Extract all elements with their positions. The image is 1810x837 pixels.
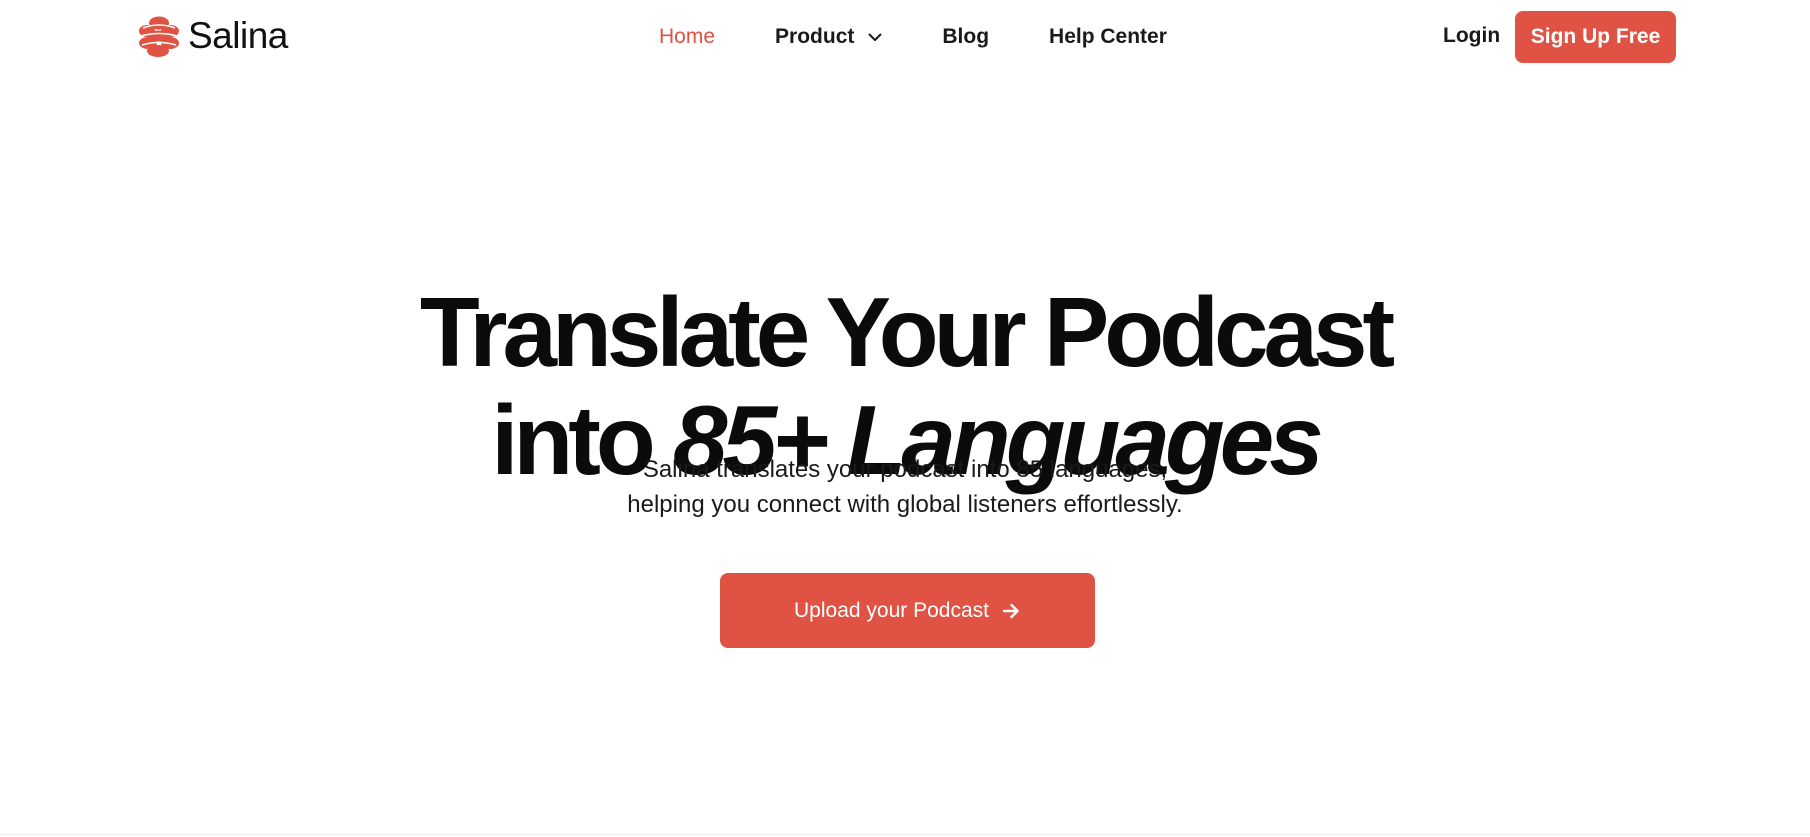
nav-item-product[interactable]: Product xyxy=(775,25,882,49)
hero-subtitle: Salina translates your podcast into 85 l… xyxy=(0,452,1810,522)
section-divider xyxy=(0,834,1810,835)
hero-subtitle-line-2: helping you connect with global listener… xyxy=(627,491,1183,518)
hero-title-line-1: Translate Your Podcast xyxy=(419,276,1395,387)
nav-item-label: Product xyxy=(775,25,855,48)
salina-logo-icon xyxy=(139,16,179,57)
nav-item-home[interactable]: Home xyxy=(659,25,715,49)
sign-up-button[interactable]: Sign Up Free xyxy=(1515,11,1676,63)
top-navigation: Salina Home Product Blog Help Center Log… xyxy=(0,0,1810,74)
main-menu: Home Product Blog Help Center xyxy=(659,22,1227,52)
page: Salina Home Product Blog Help Center Log… xyxy=(0,0,1810,837)
login-link[interactable]: Login xyxy=(1443,24,1500,48)
brand-logo-link[interactable]: Salina xyxy=(137,14,288,58)
brand-name: Salina xyxy=(188,15,288,56)
chevron-down-icon xyxy=(868,33,882,41)
upload-podcast-label: Upload your Podcast xyxy=(794,598,989,622)
arrow-right-icon xyxy=(1002,603,1019,618)
nav-item-help-center[interactable]: Help Center xyxy=(1049,25,1167,49)
nav-item-label: Home xyxy=(659,25,716,48)
nav-item-label: Blog xyxy=(942,25,990,48)
nav-item-label: Help Center xyxy=(1049,25,1167,48)
upload-podcast-button[interactable]: Upload your Podcast xyxy=(720,573,1095,648)
nav-item-blog[interactable]: Blog xyxy=(942,25,989,49)
hero-subtitle-line-1: Salina translates your podcast into 85 l… xyxy=(642,456,1168,483)
